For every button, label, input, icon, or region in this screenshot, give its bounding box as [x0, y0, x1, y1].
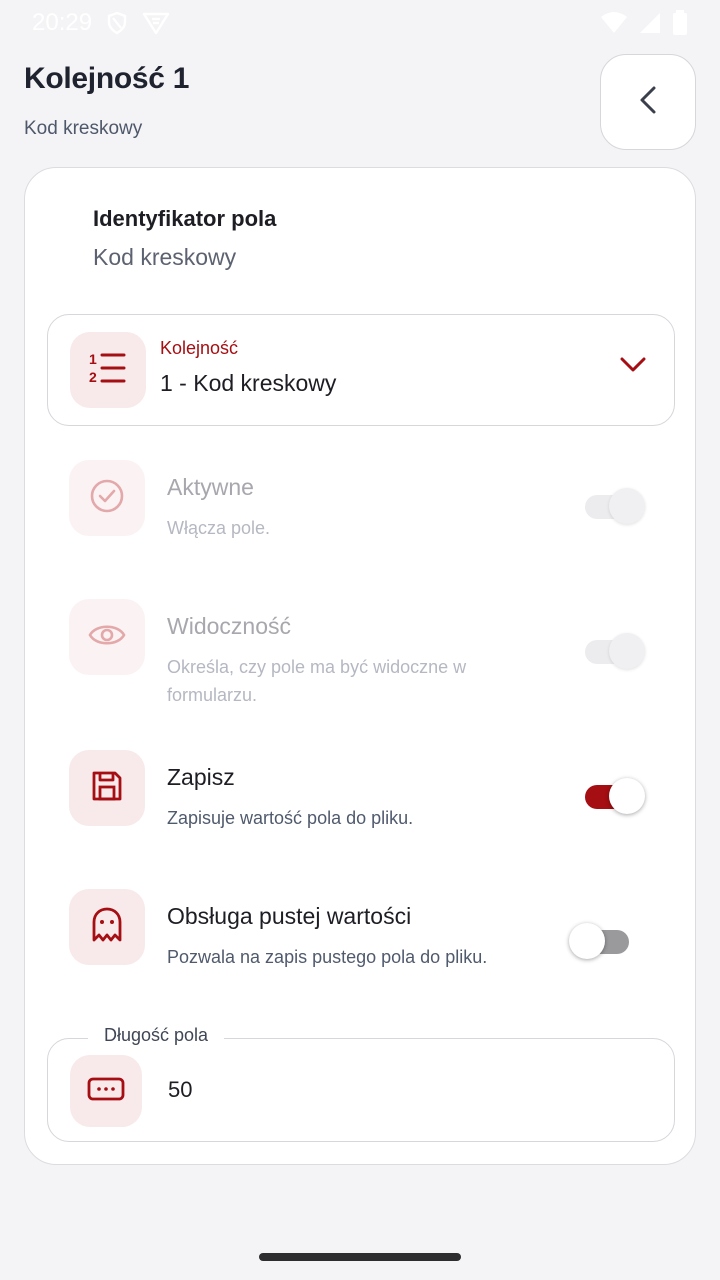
svg-text:2: 2 — [89, 369, 97, 385]
setting-active-icon-box — [69, 460, 145, 536]
status-bar: 20:29 — [0, 0, 720, 46]
svg-text:1: 1 — [89, 351, 97, 367]
status-time: 20:29 — [32, 9, 93, 36]
order-dropdown[interactable]: 1 2 Kolejność 1 - Kod kreskowy — [47, 314, 675, 426]
order-dropdown-value: 1 - Kod kreskowy — [160, 370, 337, 396]
setting-empty-value-icon-box — [69, 889, 145, 965]
setting-active-title: Aktywne — [167, 474, 254, 500]
setting-empty-value-description: Pozwala na zapis pustego pola do pliku. — [167, 947, 488, 967]
setting-active-toggle[interactable] — [583, 486, 647, 526]
back-button[interactable] — [600, 54, 696, 150]
notification-icon — [142, 11, 170, 35]
field-length-value[interactable]: 50 — [168, 1077, 192, 1103]
wifi-icon — [600, 11, 628, 35]
setting-visibility-icon-box — [69, 599, 145, 675]
setting-empty-value: Obsługa pustej wartości Pozwala na zapis… — [69, 889, 659, 989]
ghost-icon — [90, 906, 124, 949]
chevron-down-icon — [620, 357, 646, 378]
shield-icon — [106, 11, 128, 35]
setting-save-title: Zapisz — [167, 764, 235, 790]
order-icon-box: 1 2 — [70, 332, 146, 408]
setting-visibility-description: Określa, czy pole ma być widoczne w form… — [167, 657, 467, 705]
setting-save: Zapisz Zapisuje wartość pola do pliku. — [69, 750, 659, 830]
setting-visibility-toggle[interactable] — [583, 631, 647, 671]
order-dropdown-label: Kolejność — [160, 338, 239, 358]
setting-visibility: Widoczność Określa, czy pole ma być wido… — [69, 599, 659, 705]
setting-visibility-title: Widoczność — [167, 613, 291, 639]
chevron-left-icon — [638, 85, 658, 120]
page-header: Kolejność 1 Kod kreskowy — [24, 62, 189, 140]
field-identifier-value: Kod kreskowy — [93, 244, 237, 270]
setting-empty-value-title: Obsługa pustej wartości — [167, 903, 412, 929]
field-identifier-label: Identyfikator pola — [93, 206, 277, 231]
field-length-input[interactable]: Długość pola 50 — [47, 1025, 675, 1142]
setting-empty-value-toggle[interactable] — [569, 921, 633, 961]
field-length-label: Długość pola — [88, 1025, 225, 1046]
setting-save-icon-box — [69, 750, 145, 826]
input-dots-icon — [87, 1077, 125, 1106]
check-circle-icon — [89, 478, 125, 519]
field-length-icon-box — [70, 1055, 142, 1127]
settings-card: Identyfikator pola Kod kreskowy 1 2 Kole… — [24, 167, 696, 1165]
page-subtitle: Kod kreskowy — [24, 118, 143, 139]
setting-active: Aktywne Włącza pole. — [69, 460, 659, 540]
setting-save-toggle[interactable] — [583, 776, 647, 816]
battery-icon — [672, 10, 688, 36]
signal-icon — [638, 11, 662, 35]
setting-active-description: Włącza pole. — [167, 518, 271, 538]
home-indicator[interactable] — [259, 1253, 461, 1261]
save-icon — [89, 768, 125, 809]
page-title: Kolejność 1 — [24, 62, 190, 95]
setting-save-description: Zapisuje wartość pola do pliku. — [167, 808, 414, 828]
eye-icon — [88, 621, 126, 654]
numbered-list-icon: 1 2 — [88, 350, 128, 391]
